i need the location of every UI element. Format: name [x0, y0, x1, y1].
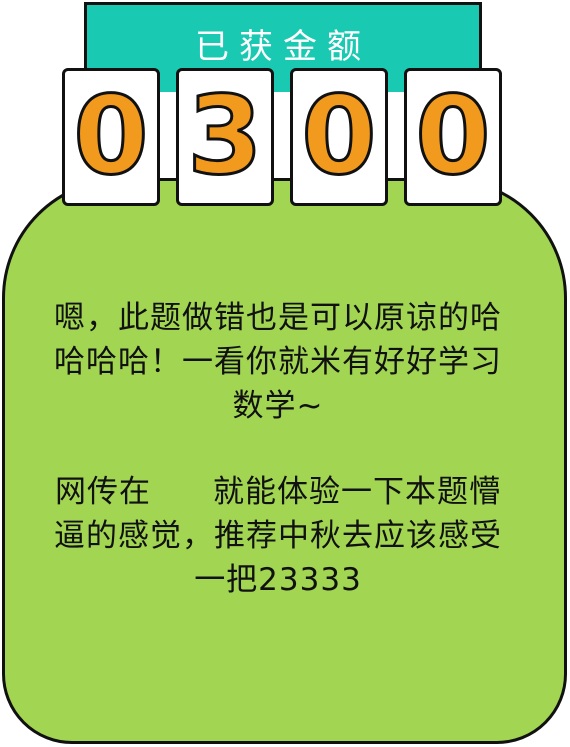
message-line: 数学~	[232, 388, 324, 424]
amount-digit: 0	[300, 74, 378, 199]
amount-digit-card: 0	[62, 68, 160, 206]
message-line: 一把23333	[194, 562, 362, 598]
amount-digit-card: 0	[290, 68, 388, 206]
banner-title: 已获金额	[195, 27, 371, 67]
amount-digit-card: 3	[176, 68, 274, 206]
message-line: 哈哈哈！一看你就米有好好学习	[54, 344, 502, 380]
amount-digit-card: 0	[404, 68, 502, 206]
amount-digit: 3	[186, 74, 264, 199]
message-line-end: 就能体验一下本题懵	[213, 474, 501, 510]
message-line: 嗯，此题做错也是可以原谅的哈	[54, 300, 502, 336]
message-paragraph-1: 嗯，此题做错也是可以原谅的哈 哈哈哈！一看你就米有好好学习 数学~	[18, 296, 538, 428]
amount-digit: 0	[72, 74, 150, 199]
message-line: 逼的感觉，推荐中秋去应该感受	[54, 518, 502, 554]
message-line: 网传在 就能体验一下本题懵	[18, 470, 538, 514]
message-paragraph-2: 网传在 就能体验一下本题懵 逼的感觉，推荐中秋去应该感受 一把23333	[18, 470, 538, 602]
message-jar	[2, 178, 567, 744]
message-line-start: 网传在	[55, 474, 151, 510]
amount-digit: 0	[414, 74, 492, 199]
